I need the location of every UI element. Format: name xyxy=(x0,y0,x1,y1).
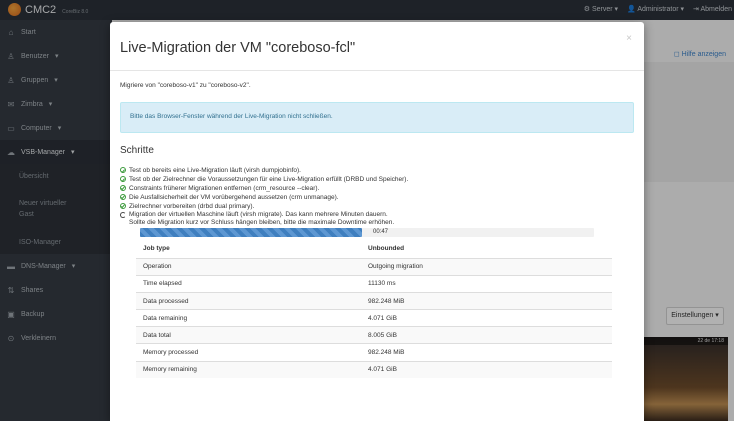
row-key: Data processed xyxy=(143,297,189,305)
check-circle-icon xyxy=(120,176,126,183)
table-row: Data processed 982.248 MiB xyxy=(136,291,612,310)
row-value: 982.248 MiB xyxy=(368,349,405,357)
table-row: Data total 8.005 GiB xyxy=(136,326,612,344)
step-item: Die Ausfallsicherheit der VM vorübergehe… xyxy=(120,193,634,202)
row-value: Outgoing migration xyxy=(368,263,423,271)
table-row: Memory remaining 4.071 GiB xyxy=(136,360,612,378)
row-key: Memory remaining xyxy=(143,366,197,374)
row-key: Data remaining xyxy=(143,314,188,322)
step-item: Zielrechner vorbereiten (drbd dual prima… xyxy=(120,202,634,211)
check-circle-icon xyxy=(120,194,126,201)
table-row: Memory processed 982.248 MiB xyxy=(136,343,612,360)
step-item-running: Migration der virtuellen Maschine läuft … xyxy=(120,210,634,219)
check-circle-icon xyxy=(120,167,126,174)
spinner-icon xyxy=(120,211,126,218)
info-alert: Bitte das Browser-Fenster während der Li… xyxy=(120,102,634,133)
close-icon[interactable]: × xyxy=(626,33,632,44)
row-value: 982.248 MiB xyxy=(368,297,405,305)
table-row: Time elapsed 11130 ms xyxy=(136,274,612,292)
step-item: Test ob der Zielrechner die Voraussetzun… xyxy=(120,175,634,184)
step-text: Constraints früherer Migrationen entfern… xyxy=(129,184,320,192)
table-header-value: Unbounded xyxy=(368,245,405,253)
progress-fill xyxy=(140,228,363,238)
progress-label: 00:47 xyxy=(373,229,389,236)
job-info-table: Job type Unbounded Operation Outgoing mi… xyxy=(136,240,612,378)
row-key: Time elapsed xyxy=(143,280,182,288)
step-item: Test ob bereits eine Live-Migration läuf… xyxy=(120,166,634,175)
step-text: Die Ausfallsicherheit der VM vorübergehe… xyxy=(129,193,339,201)
step-text: Migration der virtuellen Maschine läuft … xyxy=(129,211,388,219)
table-header-row: Job type Unbounded xyxy=(136,240,612,257)
modal-body: Migriere von "coreboso-v1" zu "coreboso-… xyxy=(110,82,644,378)
modal-title: Live-Migration der VM "coreboso-fcl" xyxy=(120,40,356,56)
migration-intro: Migriere von "coreboso-v1" zu "coreboso-… xyxy=(120,82,251,89)
step-note: Sollte die Migration kurz vor Schluss hä… xyxy=(129,219,395,227)
check-circle-icon xyxy=(120,185,126,192)
table-row: Data remaining 4.071 GiB xyxy=(136,309,612,326)
row-value: 11130 ms xyxy=(368,280,396,288)
step-text: Test ob bereits eine Live-Migration läuf… xyxy=(129,166,301,174)
row-key: Data total xyxy=(143,331,171,339)
row-key: Memory processed xyxy=(143,349,199,357)
live-migration-modal: × Live-Migration der VM "coreboso-fcl" M… xyxy=(110,22,644,421)
modal-header: Live-Migration der VM "coreboso-fcl" xyxy=(110,22,644,71)
table-header-key: Job type xyxy=(143,245,170,253)
row-value: 8.005 GiB xyxy=(368,331,397,339)
step-item: Constraints früherer Migrationen entfern… xyxy=(120,184,634,193)
row-value: 4.071 GiB xyxy=(368,366,397,374)
migration-progress-bar: 00:47 xyxy=(140,228,594,238)
table-row: Operation Outgoing migration xyxy=(136,257,612,275)
steps-heading: Schritte xyxy=(120,145,154,156)
step-text: Test ob der Zielrechner die Voraussetzun… xyxy=(129,175,409,183)
check-circle-icon xyxy=(120,203,126,209)
row-key: Operation xyxy=(143,263,172,271)
step-text: Zielrechner vorbereiten (drbd dual prima… xyxy=(129,202,255,210)
steps-list: Test ob bereits eine Live-Migration läuf… xyxy=(120,166,634,228)
row-value: 4.071 GiB xyxy=(368,314,397,322)
